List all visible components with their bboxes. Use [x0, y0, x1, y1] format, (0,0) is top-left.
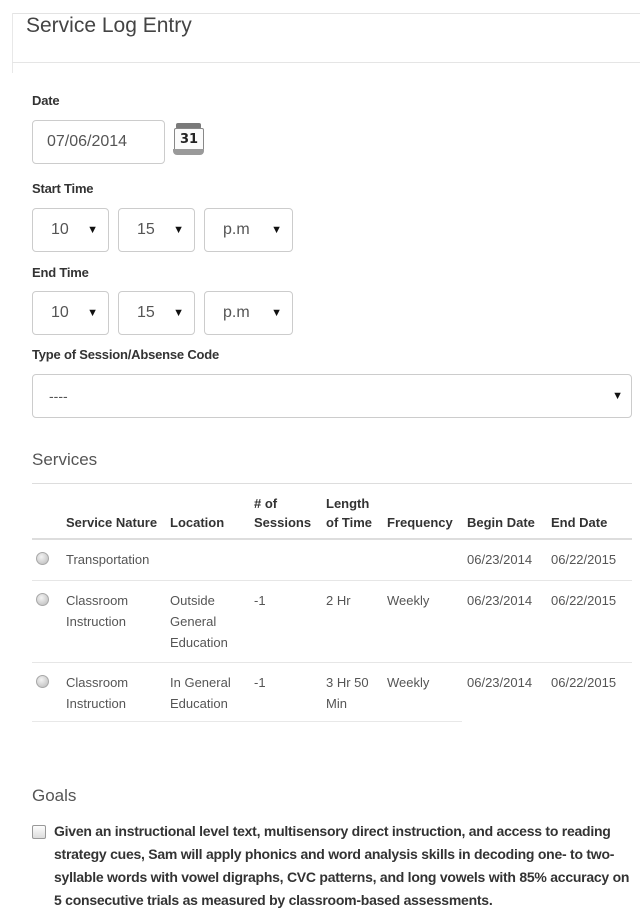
end-time-label: End Time [32, 265, 89, 280]
end-period-select[interactable]: p.m ▼ [204, 291, 293, 335]
header-select [32, 494, 62, 540]
chevron-down-icon: ▼ [612, 390, 623, 402]
frequency-cell: Weekly [383, 662, 463, 723]
header-end-date: End Date [547, 494, 632, 540]
goal-text: Given an instructional level text, multi… [54, 823, 630, 908]
start-period-value: p.m [223, 221, 250, 238]
frequency-cell: Weekly [383, 580, 463, 663]
goal-item: Given an instructional level text, multi… [32, 820, 632, 912]
table-header-row: Service Nature Location # of Sessions Le… [32, 494, 632, 540]
table-row: Classroom Instruction In General Educati… [32, 662, 632, 723]
start-time-label: Start Time [32, 181, 94, 196]
end-hour-select[interactable]: 10 ▼ [32, 291, 109, 335]
end-date-cell: 06/22/2015 [547, 662, 632, 723]
service-nature-cell: Transportation [66, 552, 150, 567]
services-divider [32, 483, 632, 484]
calendar-icon[interactable]: 31 [173, 123, 204, 156]
start-hour-value: 10 [51, 221, 69, 238]
begin-date-cell: 06/23/2014 [467, 552, 533, 567]
chevron-down-icon: ▼ [87, 224, 98, 236]
goal-checkbox[interactable] [32, 825, 46, 839]
service-radio[interactable] [36, 675, 49, 688]
header-sessions: # of Sessions [250, 494, 322, 540]
title-divider [12, 62, 640, 63]
date-input[interactable]: 07/06/2014 [32, 120, 165, 164]
start-minute-value: 15 [137, 221, 155, 238]
header-service-nature: Service Nature [62, 494, 166, 540]
page-title: Service Log Entry [26, 14, 192, 37]
end-minute-select[interactable]: 15 ▼ [118, 291, 195, 335]
sessions-cell [250, 539, 322, 581]
length-cell: 3 Hr 50 Min [322, 662, 383, 723]
row-select-cell [32, 580, 62, 663]
chevron-down-icon: ▼ [173, 307, 184, 319]
sessions-cell: -1 [250, 662, 322, 723]
chevron-down-icon: ▼ [87, 307, 98, 319]
chevron-down-icon: ▼ [173, 224, 184, 236]
end-minute-value: 15 [137, 304, 155, 321]
header-frequency: Frequency [383, 494, 463, 540]
begin-date-cell: 06/23/2014 [463, 662, 547, 723]
end-date-cell: 06/22/2015 [551, 552, 617, 567]
service-nature-cell: Classroom Instruction [62, 662, 166, 723]
end-period-value: p.m [223, 304, 250, 321]
goals-heading: Goals [32, 786, 77, 805]
end-hour-value: 10 [51, 304, 69, 321]
row-select-cell [32, 539, 62, 581]
location-cell [166, 539, 250, 581]
session-type-value: ---- [49, 388, 68, 404]
service-nature-cell: Classroom Instruction [62, 580, 166, 663]
header-location: Location [166, 494, 250, 540]
session-type-label: Type of Session/Absense Code [32, 347, 220, 362]
service-radio[interactable] [36, 593, 49, 606]
length-cell: 2 Hr [322, 580, 383, 663]
panel-left-border [12, 13, 13, 73]
start-minute-select[interactable]: 15 ▼ [118, 208, 195, 252]
table-row: Transportation 06/23/2014 06/22/2015 [32, 539, 632, 581]
services-table: Service Nature Location # of Sessions Le… [32, 494, 632, 723]
header-begin-date: Begin Date [463, 494, 547, 540]
session-type-select[interactable]: ---- ▼ [32, 374, 632, 418]
row-select-cell [32, 662, 62, 723]
chevron-down-icon: ▼ [271, 307, 282, 319]
sessions-cell: -1 [250, 580, 322, 663]
header-length: Length of Time [322, 494, 383, 540]
frequency-cell [383, 539, 463, 581]
begin-date-cell: 06/23/2014 [463, 580, 547, 663]
location-cell: In General Education [166, 662, 250, 723]
location-cell: Outside General Education [166, 580, 250, 663]
date-label: Date [32, 93, 60, 108]
table-row: Classroom Instruction Outside General Ed… [32, 580, 632, 663]
start-hour-select[interactable]: 10 ▼ [32, 208, 109, 252]
length-cell [322, 539, 383, 581]
services-heading: Services [32, 450, 98, 469]
table-bottom-divider [32, 721, 462, 722]
end-date-cell: 06/22/2015 [547, 580, 632, 663]
start-period-select[interactable]: p.m ▼ [204, 208, 293, 252]
chevron-down-icon: ▼ [271, 224, 282, 236]
service-radio[interactable] [36, 552, 49, 565]
calendar-base [173, 149, 204, 155]
